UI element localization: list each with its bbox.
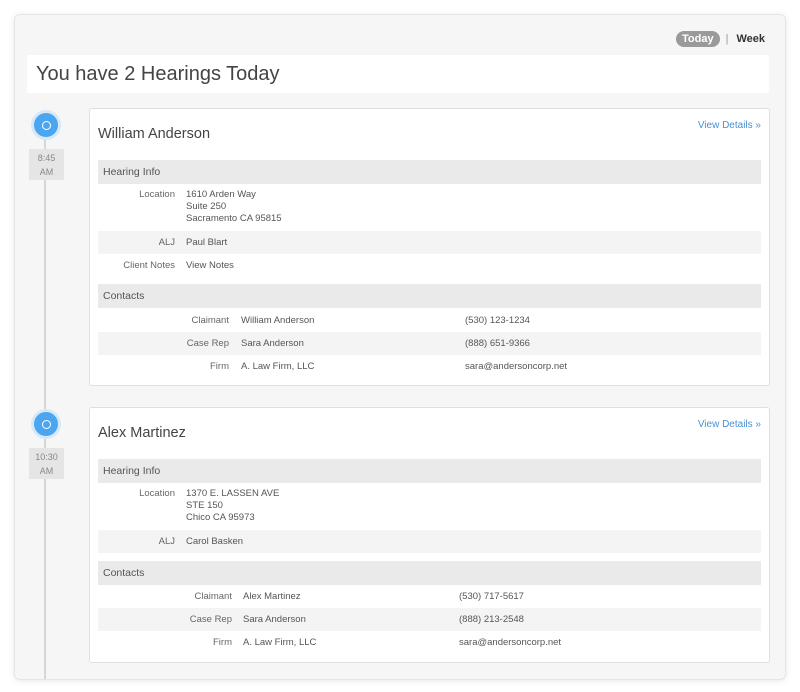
alj-value: Carol Basken xyxy=(186,536,244,547)
client-notes-label: Client Notes xyxy=(123,260,175,271)
hearings-panel: Today | Week You have 2 Hearings Today 8… xyxy=(14,14,786,680)
hearing-time-ampm: AM xyxy=(39,466,54,476)
hearing-time: 10:30 AM xyxy=(29,448,64,479)
hearing-time-value: 8:45 xyxy=(37,153,56,163)
location-row: Location 1370 E. LASSEN AVE STE 150 Chic… xyxy=(98,488,761,528)
location-line-1[interactable]: 1610 Arden Way xyxy=(186,189,256,201)
contact-row: Case Rep Sara Anderson (888) 213-2548 xyxy=(98,608,761,631)
alj-label: ALJ xyxy=(158,536,175,547)
contact-info: sara@andersoncorp.net xyxy=(459,637,562,648)
timeline-dot-icon xyxy=(31,409,61,439)
hearing-time-value: 10:30 xyxy=(35,452,58,462)
hearing-info-header: Hearing Info xyxy=(98,459,761,483)
contact-info: sara@andersoncorp.net xyxy=(465,361,568,372)
alj-value: Paul Blart xyxy=(186,237,228,248)
contact-info: (530) 123-1234 xyxy=(465,315,530,326)
contact-row: Claimant Alex Martinez (530) 717-5617 xyxy=(98,585,761,608)
contacts-header: Contacts xyxy=(98,561,761,585)
alj-label: ALJ xyxy=(158,237,175,248)
contact-info: (888) 213-2548 xyxy=(459,614,524,625)
contact-info: (888) 651-9366 xyxy=(465,338,530,349)
contact-row: Firm A. Law Firm, LLC sara@andersoncorp.… xyxy=(98,631,761,654)
view-details-link[interactable]: View Details » xyxy=(698,120,761,131)
timeline-line xyxy=(44,125,46,679)
location-label: Location xyxy=(139,488,175,499)
alj-row: ALJ Carol Basken xyxy=(98,530,761,553)
hearing-time: 8:45 AM xyxy=(29,149,64,180)
timeline-dot-icon xyxy=(31,110,61,140)
contact-role: Case Rep xyxy=(186,338,229,349)
contact-info: (530) 717-5617 xyxy=(459,591,524,602)
view-week-button[interactable]: Week xyxy=(736,33,765,45)
hearing-card: Alex Martinez View Details » Hearing Inf… xyxy=(89,407,770,663)
hearing-card: William Anderson View Details » Hearing … xyxy=(89,108,770,386)
contact-name: William Anderson xyxy=(241,315,315,326)
hearing-info-header: Hearing Info xyxy=(98,160,761,184)
client-notes-row: Client Notes View Notes xyxy=(98,254,761,277)
claimant-name: William Anderson xyxy=(98,126,211,142)
location-label: Location xyxy=(139,189,175,200)
contact-name: Sara Anderson xyxy=(243,614,306,625)
contact-name: Sara Anderson xyxy=(241,338,304,349)
contact-name: A. Law Firm, LLC xyxy=(241,361,315,372)
view-today-button[interactable]: Today xyxy=(676,31,720,47)
contact-name: Alex Martinez xyxy=(243,591,301,602)
contact-role: Case Rep xyxy=(189,614,232,625)
location-line-2[interactable]: Suite 250 xyxy=(186,201,226,213)
contact-role: Claimant xyxy=(191,315,230,326)
view-toggle: Today | Week xyxy=(676,31,765,47)
location-line-1[interactable]: 1370 E. LASSEN AVE xyxy=(186,488,279,500)
contacts-header: Contacts xyxy=(98,284,761,308)
contact-row: Firm A. Law Firm, LLC sara@andersoncorp.… xyxy=(98,355,761,378)
view-details-link[interactable]: View Details » xyxy=(698,419,761,430)
page-title: You have 2 Hearings Today xyxy=(27,55,769,93)
view-separator: | xyxy=(725,33,729,45)
view-notes-link[interactable]: View Notes xyxy=(186,260,234,272)
contact-row: Case Rep Sara Anderson (888) 651-9366 xyxy=(98,332,761,355)
location-line-3[interactable]: Chico CA 95973 xyxy=(186,512,255,524)
location-line-2[interactable]: STE 150 xyxy=(186,500,223,512)
alj-row: ALJ Paul Blart xyxy=(98,231,761,254)
contact-name: A. Law Firm, LLC xyxy=(243,637,317,648)
contact-role: Firm xyxy=(210,361,229,372)
contact-role: Claimant xyxy=(194,591,233,602)
contact-row: Claimant William Anderson (530) 123-1234 xyxy=(98,309,761,332)
hearing-time-ampm: AM xyxy=(39,167,54,177)
claimant-name: Alex Martinez xyxy=(98,425,186,441)
contact-role: Firm xyxy=(213,637,232,648)
location-row: Location 1610 Arden Way Suite 250 Sacram… xyxy=(98,189,761,229)
location-line-3[interactable]: Sacramento CA 95815 xyxy=(186,213,282,225)
